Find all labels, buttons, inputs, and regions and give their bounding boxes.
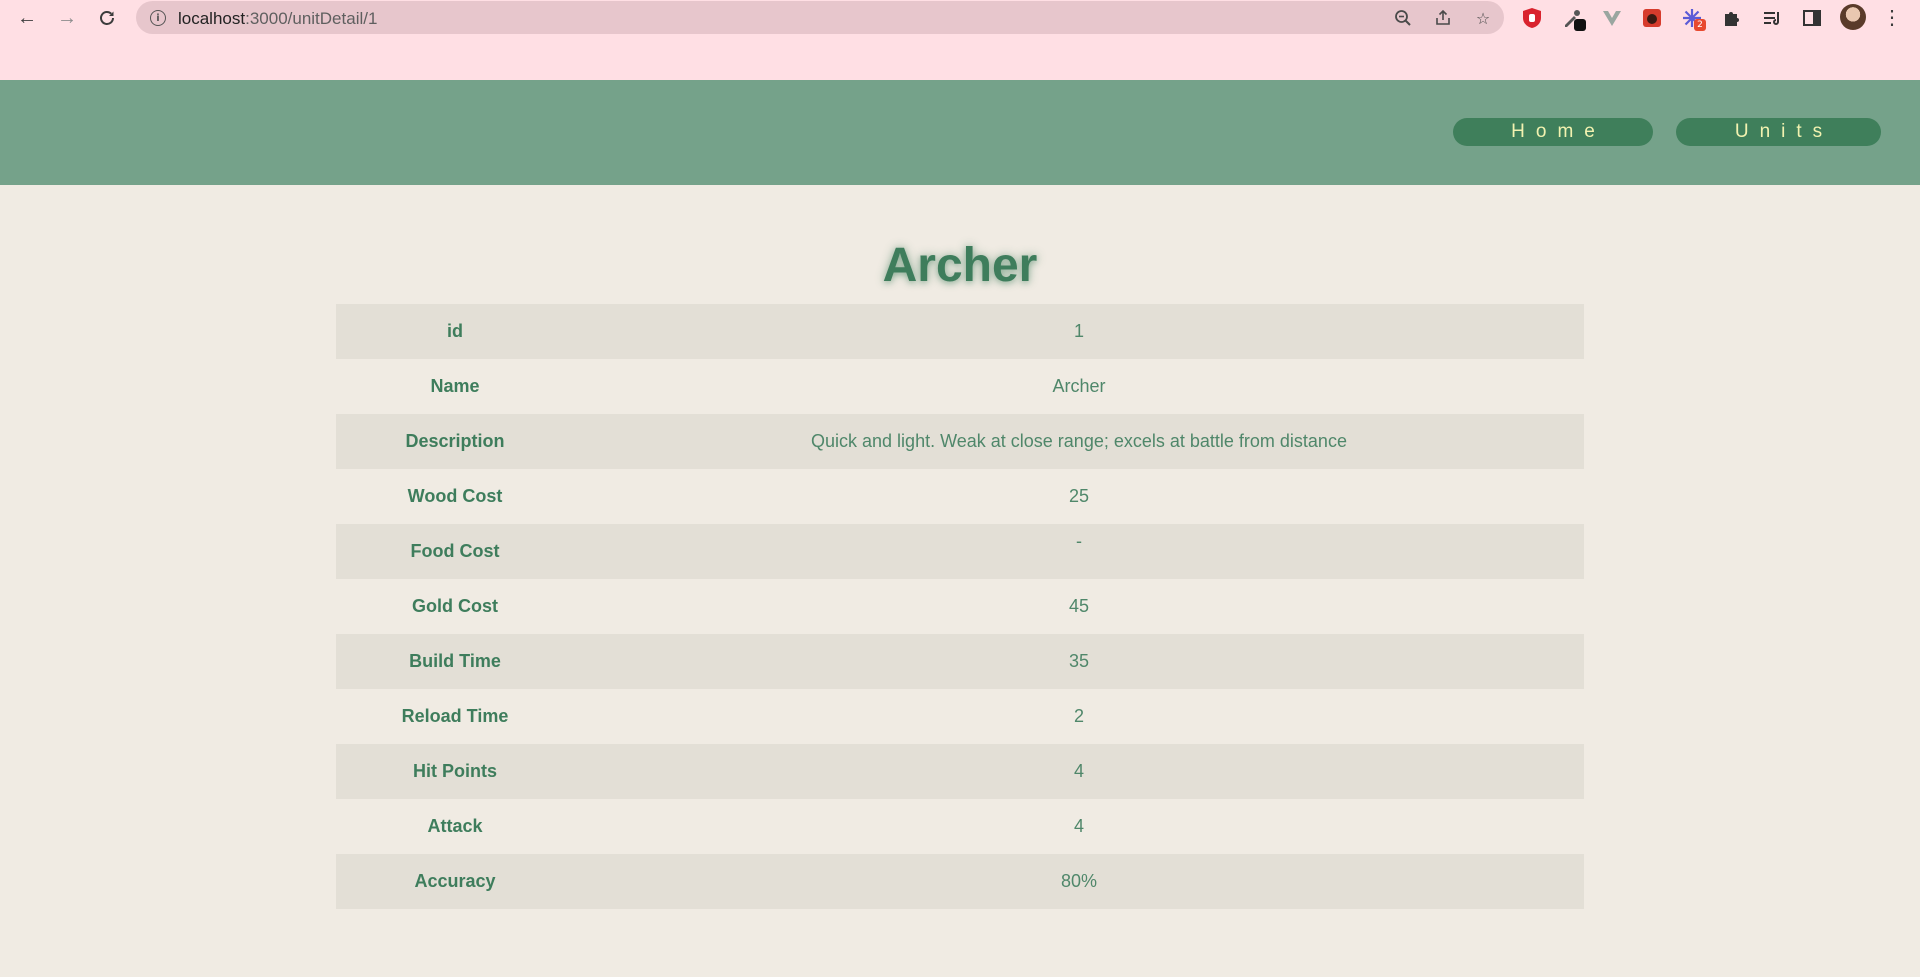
site-info-icon[interactable]: i [150, 10, 166, 26]
table-row: id 1 [336, 304, 1584, 359]
sparkle-extension-icon[interactable]: 2 [1679, 5, 1706, 31]
side-panel-svg [1803, 10, 1821, 26]
sparkle-badge: 2 [1694, 19, 1706, 31]
table-row: Wood Cost 25 [336, 469, 1584, 524]
vue-svg [1603, 11, 1621, 26]
unit-detail-table: id 1 Name Archer Description Quick and l… [336, 304, 1584, 909]
profile-avatar[interactable] [1840, 4, 1866, 30]
side-panel-icon[interactable] [1799, 5, 1825, 31]
row-label: Build Time [409, 651, 501, 671]
reading-list-icon[interactable] [1759, 5, 1785, 31]
bookmark-star-icon[interactable]: ☆ [1472, 7, 1494, 29]
table-row: Name Archer [336, 359, 1584, 414]
reload-icon[interactable] [93, 4, 121, 32]
row-value: Archer [1052, 376, 1106, 396]
forward-arrow-icon[interactable]: → [53, 4, 81, 32]
url-host: localhost [178, 9, 246, 28]
share-icon[interactable] [1432, 7, 1454, 29]
row-label: Wood Cost [407, 486, 503, 506]
row-label: id [447, 321, 463, 341]
row-label: Attack [427, 816, 483, 836]
bug-icon[interactable] [1639, 5, 1665, 31]
url-path: :3000/unitDetail/1 [245, 9, 378, 28]
row-value: 2 [1073, 706, 1084, 726]
url-text[interactable]: localhost:3000/unitDetail/1 [178, 9, 377, 29]
table-row: Build Time 35 [336, 634, 1584, 689]
reading-list-svg [1764, 12, 1779, 25]
table-row: Description Quick and light. Weak at clo… [336, 414, 1584, 469]
row-value: 35 [1068, 651, 1090, 671]
vue-devtools-icon[interactable] [1599, 5, 1625, 31]
zoom-icon[interactable] [1392, 7, 1414, 29]
reload-svg [100, 11, 114, 25]
home-nav-button[interactable]: Home [1453, 118, 1653, 146]
back-arrow-icon[interactable]: ← [13, 4, 41, 32]
row-value: 4 [1073, 761, 1084, 781]
puzzle-icon[interactable] [1719, 5, 1745, 31]
page-title: Archer [882, 239, 1038, 292]
row-label: Name [430, 376, 480, 396]
row-value: 25 [1068, 486, 1090, 506]
row-value: 1 [1073, 321, 1084, 341]
ublock-icon[interactable] [1519, 5, 1545, 31]
browser-chrome: ← → i localhost:3000/unitDetail/1 ☆ 2 ⋮ [0, 0, 1920, 80]
puzzle-svg [1725, 12, 1739, 26]
row-value: 4 [1073, 816, 1084, 836]
row-label: Reload Time [401, 706, 509, 726]
row-value: 45 [1068, 596, 1090, 616]
row-label: Accuracy [414, 871, 496, 891]
bug-svg [1643, 9, 1661, 27]
row-label: Hit Points [413, 761, 497, 781]
row-value: 80% [1060, 871, 1098, 891]
table-row: Food Cost - [336, 524, 1584, 579]
address-bar[interactable]: i localhost:3000/unitDetail/1 ☆ [136, 1, 1504, 34]
share-svg [1436, 9, 1450, 25]
row-label: Gold Cost [412, 596, 498, 616]
table-row: Hit Points 4 [336, 744, 1584, 799]
eyedropper-badge [1574, 19, 1586, 31]
table-row: Accuracy 80% [336, 854, 1584, 909]
row-label: Food Cost [410, 541, 500, 561]
table-row: Gold Cost 45 [336, 579, 1584, 634]
browser-menu-icon[interactable]: ⋮ [1878, 4, 1906, 32]
table-row: Attack 4 [336, 799, 1584, 854]
row-label: Description [405, 431, 505, 451]
eyedropper-icon[interactable] [1559, 5, 1586, 31]
ublock-svg [1523, 8, 1541, 28]
units-nav-button[interactable]: Units [1676, 118, 1881, 146]
zoom-svg [1395, 10, 1411, 26]
row-value: - [1076, 531, 1082, 551]
table-row: Reload Time 2 [336, 689, 1584, 744]
browser-toolbar: ← → i localhost:3000/unitDetail/1 ☆ 2 ⋮ [0, 0, 1920, 35]
row-value: Quick and light. Weak at close range; ex… [811, 431, 1347, 451]
site-header: Home Units [0, 80, 1920, 185]
